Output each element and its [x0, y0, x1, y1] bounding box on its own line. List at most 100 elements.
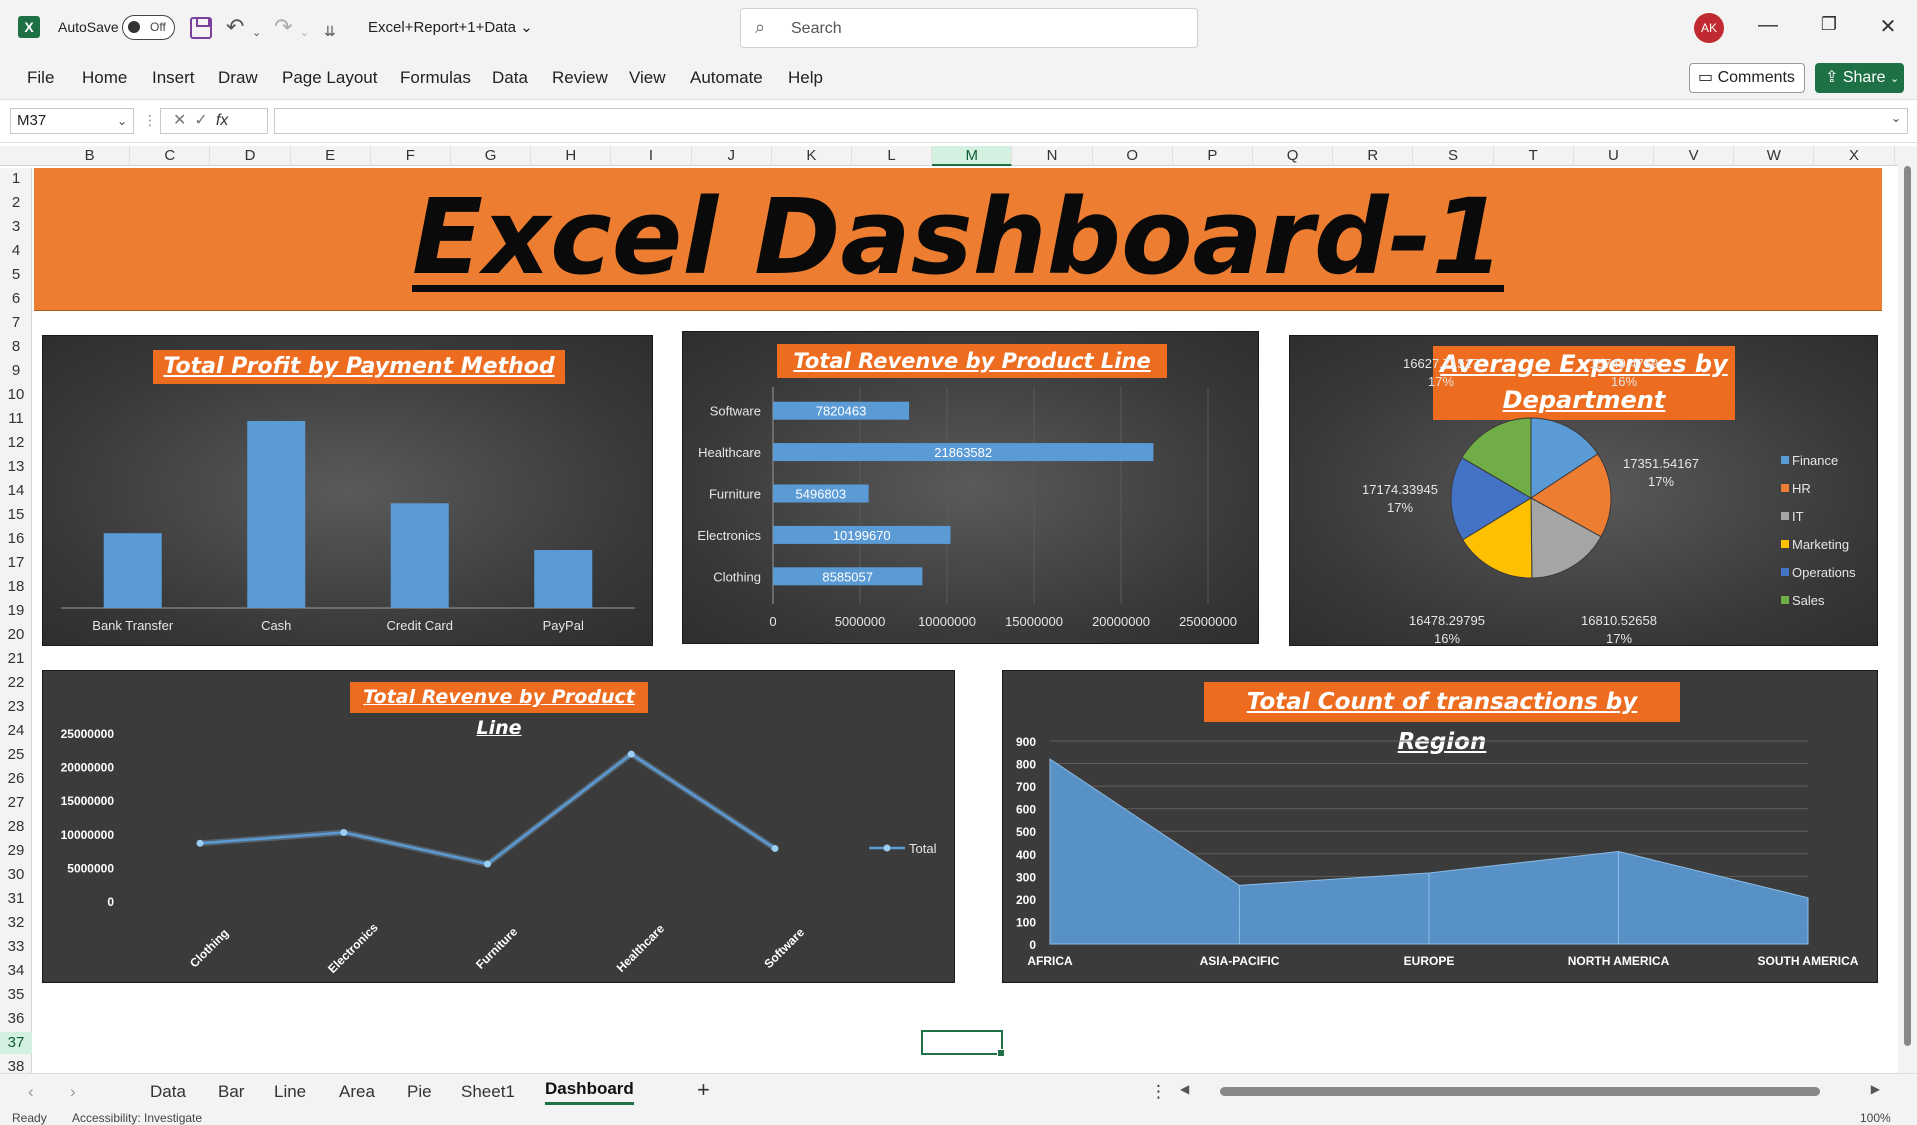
restore-icon[interactable]: ❐	[1809, 14, 1849, 35]
row-header-26[interactable]: 26	[0, 768, 32, 790]
row-header-32[interactable]: 32	[0, 912, 32, 934]
tab-view[interactable]: View	[629, 68, 666, 88]
prev-sheet-icon[interactable]: ‹	[28, 1082, 34, 1102]
chevron-down-icon[interactable]: ⌄	[117, 109, 127, 133]
accessibility-status[interactable]: Accessibility: Investigate	[72, 1111, 202, 1125]
column-header-l[interactable]: L	[852, 146, 933, 166]
column-header-j[interactable]: J	[692, 146, 772, 166]
column-header-r[interactable]: R	[1333, 146, 1414, 166]
row-header-25[interactable]: 25	[0, 744, 32, 766]
column-header-o[interactable]: O	[1093, 146, 1173, 166]
sheet-tab-line[interactable]: Line	[274, 1082, 306, 1102]
chart-revenue-line[interactable]: Total Revenve by Product Line 25000000 20…	[42, 670, 955, 983]
tab-automate[interactable]: Automate	[690, 68, 763, 88]
minimize-icon[interactable]: —	[1748, 14, 1788, 37]
selected-cell[interactable]	[921, 1030, 1005, 1057]
cancel-icon[interactable]: ✕	[173, 112, 194, 129]
row-header-35[interactable]: 35	[0, 984, 32, 1006]
row-header-5[interactable]: 5	[0, 264, 32, 286]
redo-dropdown-icon[interactable]: ⌄	[300, 20, 309, 46]
column-header-s[interactable]: S	[1413, 146, 1494, 166]
expand-formula-icon[interactable]: ⌄	[1891, 111, 1901, 125]
row-header-15[interactable]: 15	[0, 504, 32, 526]
column-header-f[interactable]: F	[371, 146, 451, 166]
column-header-c[interactable]: C	[130, 146, 211, 166]
row-header-16[interactable]: 16	[0, 528, 32, 550]
row-header-37[interactable]: 37	[0, 1032, 32, 1054]
tab-insert[interactable]: Insert	[152, 68, 195, 88]
row-header-29[interactable]: 29	[0, 840, 32, 862]
tab-page-layout[interactable]: Page Layout	[282, 68, 377, 88]
tab-draw[interactable]: Draw	[218, 68, 258, 88]
column-header-n[interactable]: N	[1012, 146, 1093, 166]
row-header-36[interactable]: 36	[0, 1008, 32, 1030]
autosave-toggle[interactable]: Off	[122, 15, 175, 40]
row-header-22[interactable]: 22	[0, 672, 32, 694]
column-header-b[interactable]: B	[50, 146, 131, 166]
row-header-4[interactable]: 4	[0, 240, 32, 262]
sheet-tab-data[interactable]: Data	[150, 1082, 186, 1102]
add-sheet-button[interactable]: +	[697, 1077, 710, 1103]
column-header-d[interactable]: D	[210, 146, 291, 166]
comments-button[interactable]: ▭ Comments	[1689, 63, 1805, 93]
column-header-e[interactable]: E	[291, 146, 371, 166]
more-sheets-icon[interactable]: ⋮	[1150, 1082, 1167, 1102]
sheet-tab-bar[interactable]: Bar	[218, 1082, 244, 1102]
scroll-thumb[interactable]	[1904, 166, 1911, 1046]
column-header-h[interactable]: H	[531, 146, 612, 166]
column-header-v[interactable]: V	[1654, 146, 1735, 166]
search-input[interactable]: ⌕ Search	[740, 8, 1198, 48]
share-button[interactable]: ⇪ Share ⌄	[1815, 63, 1904, 93]
close-icon[interactable]: ✕	[1868, 14, 1908, 39]
row-header-34[interactable]: 34	[0, 960, 32, 982]
column-header-i[interactable]: I	[611, 146, 692, 166]
column-header-t[interactable]: T	[1494, 146, 1574, 166]
row-header-19[interactable]: 19	[0, 600, 32, 622]
row-header-31[interactable]: 31	[0, 888, 32, 910]
row-header-20[interactable]: 20	[0, 624, 32, 646]
row-header-3[interactable]: 3	[0, 216, 32, 238]
sheet-tab-dashboard[interactable]: Dashboard	[545, 1079, 634, 1105]
column-header-u[interactable]: U	[1574, 146, 1654, 166]
tab-data[interactable]: Data	[492, 68, 528, 88]
sheet-tab-sheet1[interactable]: Sheet1	[461, 1082, 515, 1102]
row-header-24[interactable]: 24	[0, 720, 32, 742]
next-sheet-icon[interactable]: ›	[70, 1082, 76, 1102]
row-header-21[interactable]: 21	[0, 648, 32, 670]
chart-expenses-pie[interactable]: Average Expenses by Department 15749.475…	[1289, 335, 1878, 646]
column-header-q[interactable]: Q	[1253, 146, 1334, 166]
row-header-28[interactable]: 28	[0, 816, 32, 838]
function-icon[interactable]: fx	[216, 112, 228, 129]
row-header-27[interactable]: 27	[0, 792, 32, 814]
column-header-p[interactable]: P	[1173, 146, 1253, 166]
column-header-x[interactable]: X	[1814, 146, 1895, 166]
more-options-icon[interactable]: ⋮	[143, 112, 157, 129]
name-box[interactable]: M37 ⌄	[10, 108, 134, 134]
scroll-right-icon[interactable]: ▶	[1871, 1082, 1880, 1096]
chart-revenue-horizontal[interactable]: Total Revenve by Product Line 0 5000000 10…	[682, 331, 1259, 644]
row-header-23[interactable]: 23	[0, 696, 32, 718]
row-header-17[interactable]: 17	[0, 552, 32, 574]
column-header-m[interactable]: M	[932, 146, 1013, 166]
customize-toolbar-icon[interactable]: ⇊	[324, 18, 336, 44]
enter-icon[interactable]: ✓	[194, 112, 215, 129]
tab-file[interactable]: File	[27, 68, 54, 88]
undo-icon[interactable]: ↶	[226, 14, 244, 40]
scroll-left-icon[interactable]: ◀	[1180, 1082, 1189, 1096]
tab-formulas[interactable]: Formulas	[400, 68, 471, 88]
row-header-1[interactable]: 1	[0, 168, 32, 190]
scroll-thumb[interactable]	[1220, 1087, 1820, 1096]
column-header-g[interactable]: G	[451, 146, 532, 166]
sheet-tab-pie[interactable]: Pie	[407, 1082, 432, 1102]
row-header-6[interactable]: 6	[0, 288, 32, 310]
column-header-w[interactable]: W	[1734, 146, 1815, 166]
tab-home[interactable]: Home	[82, 68, 127, 88]
column-header-k[interactable]: K	[772, 146, 852, 166]
horizontal-scrollbar[interactable]: ◀ ▶	[1180, 1082, 1880, 1098]
row-header-13[interactable]: 13	[0, 456, 32, 478]
row-header-9[interactable]: 9	[0, 360, 32, 382]
row-header-8[interactable]: 8	[0, 336, 32, 358]
row-header-14[interactable]: 14	[0, 480, 32, 502]
chart-profit-by-payment[interactable]: Total Profit by Payment Method Bank Tran…	[42, 335, 653, 646]
redo-icon[interactable]: ↷	[274, 14, 292, 40]
